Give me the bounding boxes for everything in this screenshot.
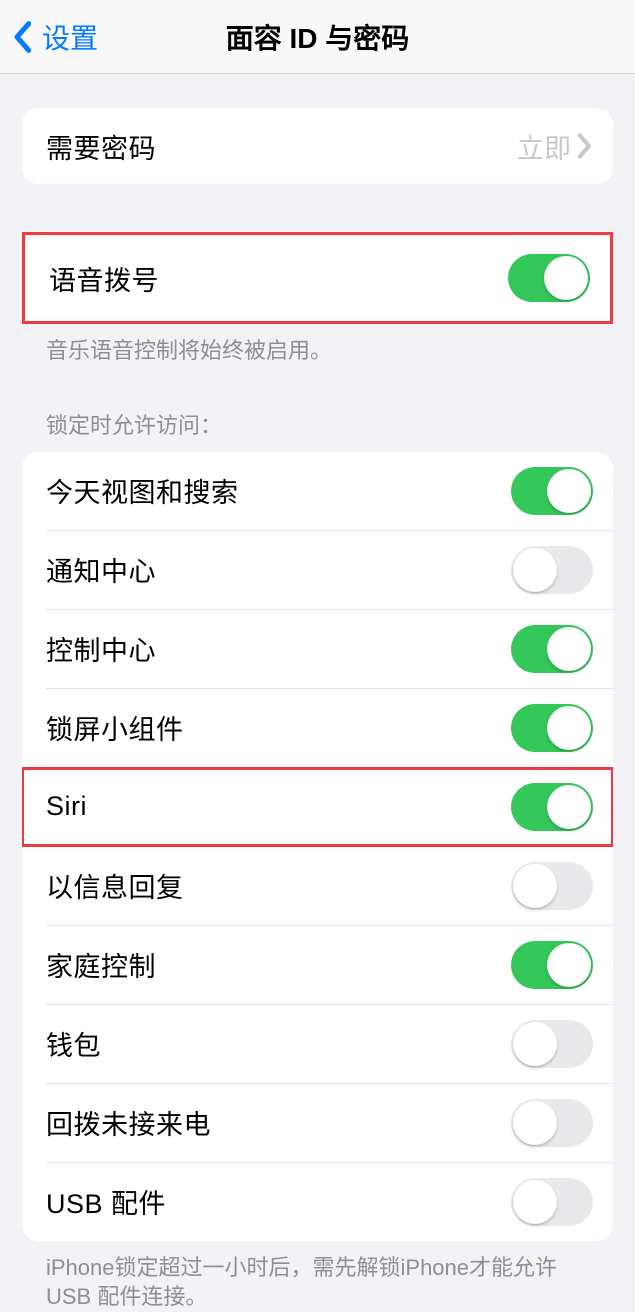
lock-access-label: 钱包 xyxy=(46,1024,101,1063)
lock-access-toggle[interactable] xyxy=(511,1099,593,1147)
lock-access-row: 钱包 xyxy=(22,1005,613,1083)
voice-dial-label: 语音拨号 xyxy=(49,259,159,298)
voice-dial-toggle[interactable] xyxy=(508,254,590,302)
toggle-knob xyxy=(544,256,588,300)
lock-access-row: USB 配件 xyxy=(22,1163,613,1241)
require-passcode-label: 需要密码 xyxy=(46,127,156,166)
lock-access-row: 控制中心 xyxy=(22,610,613,688)
toggle-knob xyxy=(513,548,557,592)
lock-access-label: 控制中心 xyxy=(46,629,156,668)
header-bar: 设置 面容 ID 与密码 xyxy=(0,0,635,74)
toggle-knob xyxy=(547,469,591,513)
voice-dial-footer: 音乐语音控制将始终被启用。 xyxy=(46,336,589,366)
back-label: 设置 xyxy=(42,17,98,57)
lock-access-row: 家庭控制 xyxy=(22,926,613,1004)
lock-access-toggle[interactable] xyxy=(511,1178,593,1226)
lock-access-row: 通知中心 xyxy=(22,531,613,609)
lock-access-row: 以信息回复 xyxy=(22,847,613,925)
lock-access-label: 以信息回复 xyxy=(46,866,184,905)
voice-dial-row: 语音拨号 xyxy=(25,235,610,321)
toggle-knob xyxy=(547,706,591,750)
usb-footer: iPhone锁定超过一小时后，需先解锁iPhone才能允许USB 配件连接。 xyxy=(46,1253,589,1312)
lock-access-toggle[interactable] xyxy=(511,862,593,910)
require-passcode-row[interactable]: 需要密码 立即 xyxy=(22,108,613,184)
toggle-knob xyxy=(513,1180,557,1224)
require-passcode-group: 需要密码 立即 xyxy=(22,108,613,184)
voice-dial-group: 语音拨号 xyxy=(22,232,613,324)
lock-access-toggle[interactable] xyxy=(511,783,593,831)
lock-access-label: 锁屏小组件 xyxy=(46,708,184,747)
lock-access-group: 今天视图和搜索通知中心控制中心锁屏小组件 Siri 以信息回复家庭控制钱包回拨未接来… xyxy=(22,452,613,1241)
toggle-knob xyxy=(513,864,557,908)
lock-access-toggle[interactable] xyxy=(511,1020,593,1068)
lock-access-toggle[interactable] xyxy=(511,467,593,515)
lock-access-label: 回拨未接来电 xyxy=(46,1103,211,1142)
lock-access-toggle[interactable] xyxy=(511,941,593,989)
chevron-left-icon xyxy=(12,20,32,54)
lock-access-label: 今天视图和搜索 xyxy=(46,471,239,510)
lock-access-label: 通知中心 xyxy=(46,550,156,589)
lock-access-row: Siri xyxy=(22,768,613,846)
toggle-knob xyxy=(547,627,591,671)
toggle-knob xyxy=(513,1101,557,1145)
lock-access-row: 锁屏小组件 xyxy=(22,689,613,767)
chevron-right-icon xyxy=(577,132,593,160)
lock-access-toggle[interactable] xyxy=(511,704,593,752)
lock-access-toggle[interactable] xyxy=(511,546,593,594)
toggle-knob xyxy=(513,1022,557,1066)
lock-access-label: Siri xyxy=(46,791,87,822)
lock-access-label: USB 配件 xyxy=(46,1182,166,1221)
lock-access-label: 家庭控制 xyxy=(46,945,156,984)
require-passcode-value: 立即 xyxy=(517,127,571,166)
lock-access-row: 回拨未接来电 xyxy=(22,1084,613,1162)
lock-access-row: 今天视图和搜索 xyxy=(22,452,613,530)
lock-access-header: 锁定时允许访问： xyxy=(46,408,589,440)
toggle-knob xyxy=(547,785,591,829)
toggle-knob xyxy=(547,943,591,987)
lock-access-toggle[interactable] xyxy=(511,625,593,673)
back-button[interactable]: 设置 xyxy=(0,17,98,57)
